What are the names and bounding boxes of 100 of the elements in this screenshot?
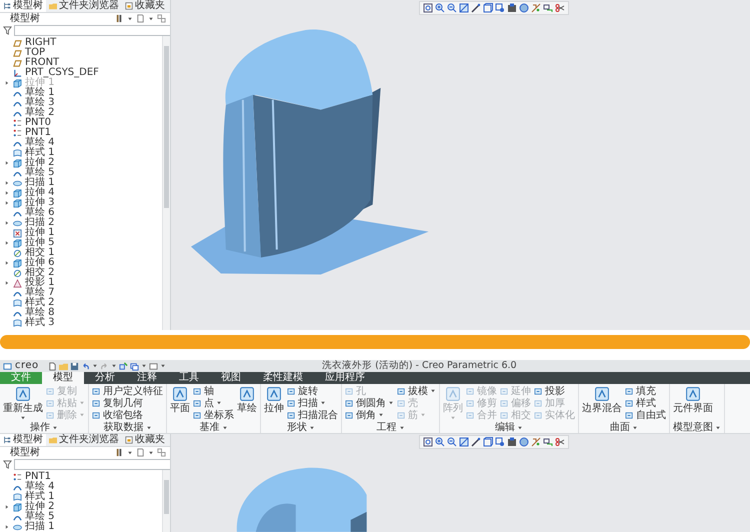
ribbon-button[interactable]: 重新生成 (3, 385, 43, 421)
ribbon-button[interactable]: 复制几何 (92, 397, 163, 409)
group-label[interactable]: 形状 (287, 422, 307, 433)
filter-icon[interactable] (3, 26, 12, 34)
tree-item[interactable]: 拉伸 3 (0, 198, 162, 208)
tree-item[interactable]: PNT1 (0, 128, 162, 138)
group-label[interactable]: 获取数据 (104, 422, 144, 433)
tree-item[interactable]: RIGHT (0, 38, 162, 48)
tree-item[interactable]: 扫描 1 (0, 522, 162, 532)
ribbon-button[interactable]: 点 (193, 397, 234, 409)
sphere-icon[interactable] (519, 3, 529, 13)
tree-item[interactable]: 样式 3 (0, 318, 162, 328)
ribbon-button[interactable]: 自由式 (625, 409, 666, 421)
tree-item[interactable]: PRT_CSYS_DEF (0, 68, 162, 78)
group-label[interactable]: 曲面 (610, 422, 630, 433)
zoom-fit-icon[interactable] (423, 3, 433, 13)
ribbon-tab[interactable]: 应用程序 (314, 372, 376, 384)
window-icon[interactable] (148, 362, 158, 370)
repaint-icon[interactable] (459, 3, 469, 13)
group-label[interactable]: 基准 (200, 422, 220, 433)
ribbon-tab[interactable]: 模型 (42, 372, 84, 384)
tree-item[interactable]: 草绘 6 (0, 208, 162, 218)
columns-icon[interactable] (157, 14, 166, 23)
ribbon-button[interactable]: 元件界面 (673, 385, 713, 421)
page-icon[interactable] (136, 448, 145, 457)
pen-icon[interactable] (471, 437, 481, 447)
pen-icon[interactable] (471, 3, 481, 13)
ribbon-button[interactable]: 扫描 (287, 397, 338, 409)
panel-tab[interactable]: 收藏夹 (122, 0, 168, 12)
sphere-icon[interactable] (519, 437, 529, 447)
ribbon-button[interactable]: 倒角 (345, 409, 394, 421)
tree-item[interactable]: 拉伸 1 (0, 228, 162, 238)
group-label[interactable]: 工程 (376, 422, 396, 433)
cube-view-icon[interactable] (483, 437, 493, 447)
tree-item[interactable]: 样式 2 (0, 298, 162, 308)
ribbon-button[interactable]: 草绘 (237, 385, 257, 421)
zoom-in-icon[interactable] (435, 3, 445, 13)
tree-item[interactable]: 样式 1 (0, 492, 162, 502)
zoom-fit-icon[interactable] (423, 437, 433, 447)
tree-item[interactable]: 拉伸 4 (0, 188, 162, 198)
tree-item[interactable]: 样式 1 (0, 148, 162, 158)
scissors-icon[interactable] (555, 3, 565, 13)
zoom-out-icon[interactable] (447, 3, 457, 13)
tree-item[interactable]: 草绘 7 (0, 288, 162, 298)
cube-view-icon[interactable] (483, 3, 493, 13)
ribbon-button[interactable]: 收缩包络 (92, 409, 163, 421)
group-label[interactable]: 操作 (30, 422, 50, 433)
columns-icon[interactable] (157, 448, 166, 457)
group-label[interactable]: 编辑 (495, 422, 515, 433)
regenerate-icon[interactable] (118, 362, 128, 370)
display-style-icon[interactable] (507, 3, 517, 13)
saved-views-icon[interactable] (495, 3, 505, 13)
panel-tab[interactable]: 收藏夹 (122, 434, 168, 446)
display-style-icon[interactable] (507, 437, 517, 447)
tree-item[interactable]: 拉伸 2 (0, 158, 162, 168)
annotation-icon[interactable] (543, 437, 553, 447)
tree-item[interactable]: 草绘 1 (0, 88, 162, 98)
datum-display-icon[interactable] (531, 437, 541, 447)
tree-item[interactable]: 草绘 8 (0, 308, 162, 318)
tree-item[interactable]: 草绘 4 (0, 482, 162, 492)
scrollbar[interactable] (162, 36, 170, 330)
tree-item[interactable]: TOP (0, 48, 162, 58)
ribbon-button[interactable]: 边界混合 (582, 385, 622, 421)
search-field[interactable] (14, 458, 170, 470)
tree-item[interactable]: 扫描 1 (0, 178, 162, 188)
ribbon-button[interactable]: 倒圆角 (345, 397, 394, 409)
datum-display-icon[interactable] (531, 3, 541, 13)
ribbon-button[interactable]: 坐标系 (193, 409, 234, 421)
zoom-out-icon[interactable] (447, 437, 457, 447)
saved-views-icon[interactable] (495, 437, 505, 447)
ribbon-button[interactable]: 拔模 (397, 385, 436, 397)
ribbon-button[interactable]: 样式 (625, 397, 666, 409)
expand-arrow-icon[interactable] (4, 504, 10, 510)
tree-item[interactable]: 草绘 2 (0, 108, 162, 118)
group-label[interactable]: 模型意图 (673, 422, 713, 433)
page-icon[interactable] (136, 14, 145, 23)
ribbon-button[interactable]: 扫描混合 (287, 409, 338, 421)
tree-settings-icon[interactable] (115, 14, 124, 23)
expand-arrow-icon[interactable] (4, 280, 10, 286)
annotation-icon[interactable] (543, 3, 553, 13)
expand-arrow-icon[interactable] (4, 260, 10, 266)
tree-item[interactable]: 草绘 5 (0, 512, 162, 522)
ribbon-tab[interactable]: 工具 (168, 372, 210, 384)
tree-item[interactable]: FRONT (0, 58, 162, 68)
tree-item[interactable]: 拉伸 6 (0, 258, 162, 268)
undo-icon[interactable] (80, 362, 90, 370)
ribbon-button[interactable]: 填充 (625, 385, 666, 397)
filter-icon[interactable] (3, 460, 12, 468)
tree-item[interactable]: 拉伸 2 (0, 502, 162, 512)
panel-tab[interactable]: 模型树 (0, 0, 46, 12)
ribbon-button[interactable]: 投影 (534, 385, 575, 397)
tree-item[interactable]: 拉伸 5 (0, 238, 162, 248)
ribbon-button[interactable]: 用户定义特征 (92, 385, 163, 397)
tree-item[interactable]: PNT1 (0, 472, 162, 482)
tree-item[interactable]: 草绘 4 (0, 138, 162, 148)
scrollbar[interactable] (162, 470, 170, 532)
expand-arrow-icon[interactable] (4, 160, 10, 166)
expand-arrow-icon[interactable] (4, 240, 10, 246)
ribbon-button[interactable]: 轴 (193, 385, 234, 397)
panel-tab[interactable]: 模型树 (0, 434, 46, 446)
